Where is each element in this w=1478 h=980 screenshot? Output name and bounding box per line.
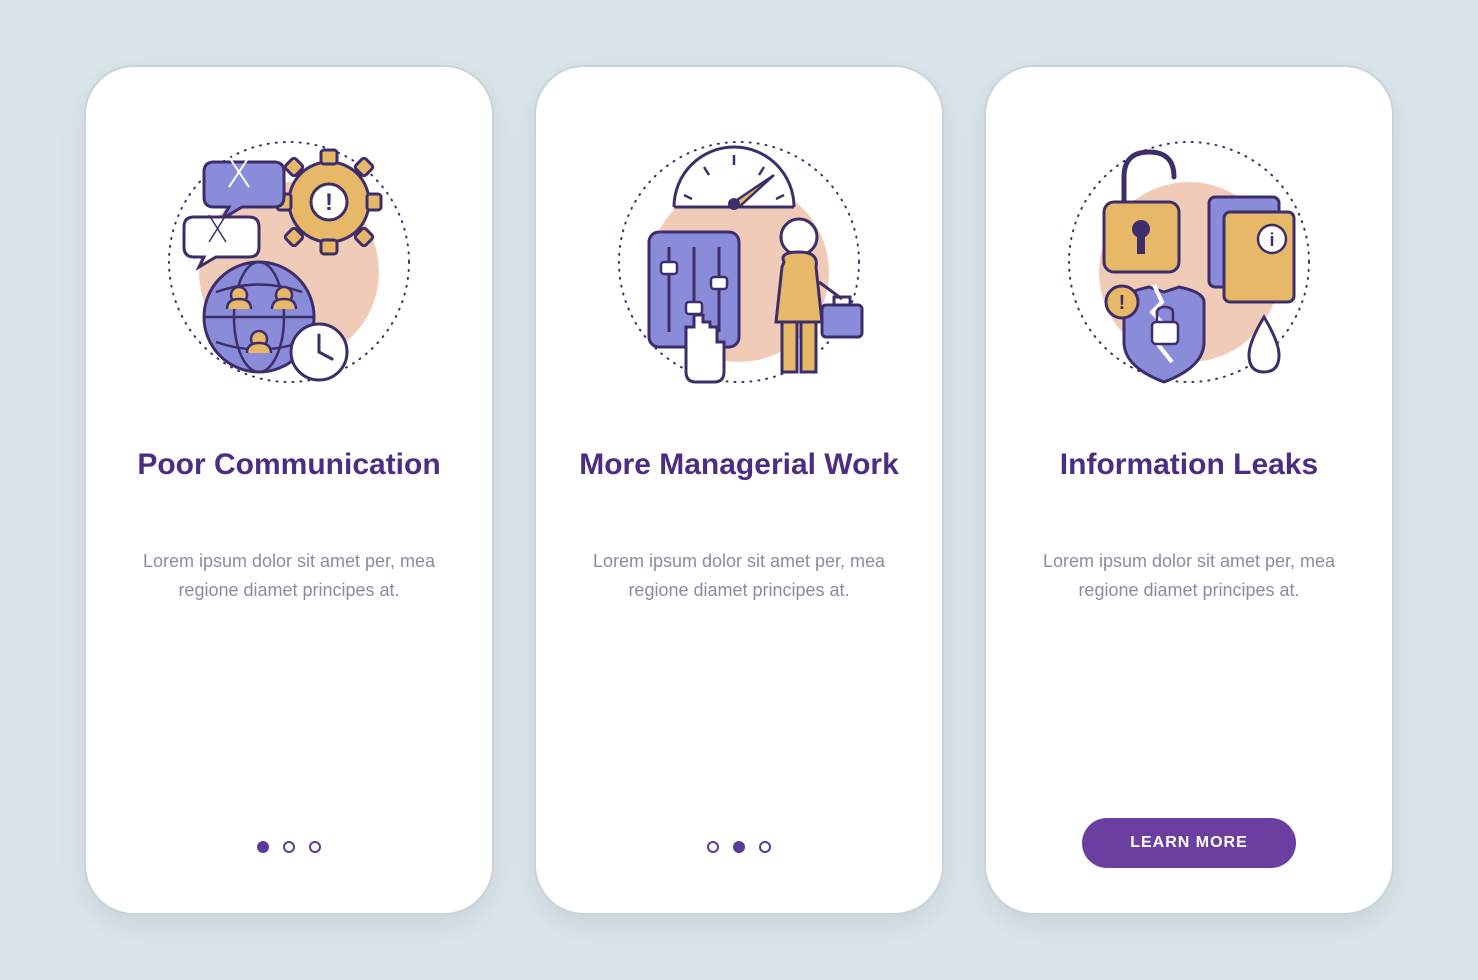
onboarding-card-2: More Managerial Work Lorem ipsum dolor s… (534, 65, 944, 915)
svg-text:i: i (1269, 230, 1274, 250)
svg-text:!: ! (325, 189, 333, 216)
dot-3[interactable] (759, 841, 771, 853)
dot-1[interactable] (707, 841, 719, 853)
svg-text:!: ! (1119, 292, 1126, 314)
card-body: Lorem ipsum dolor sit amet per, mea regi… (1039, 547, 1339, 605)
card-title: Information Leaks (1060, 427, 1318, 502)
dot-3[interactable] (309, 841, 321, 853)
card-body: Lorem ipsum dolor sit amet per, mea regi… (139, 547, 439, 605)
pagination-dots (257, 841, 321, 853)
onboarding-card-1: ! Poor Communication Lorem (84, 65, 494, 915)
poor-communication-icon: ! (154, 127, 424, 397)
onboarding-card-3: i ! Information Leaks Lorem ipsum dolor … (984, 65, 1394, 915)
dot-1[interactable] (257, 841, 269, 853)
learn-more-button[interactable]: LEARN MORE (1082, 818, 1296, 868)
card-body: Lorem ipsum dolor sit amet per, mea regi… (589, 547, 889, 605)
dot-2[interactable] (733, 841, 745, 853)
pagination-dots (707, 841, 771, 853)
card-title: Poor Communication (137, 427, 440, 502)
information-leaks-icon: i ! (1054, 127, 1324, 397)
card-title: More Managerial Work (579, 427, 899, 502)
managerial-work-icon (604, 127, 874, 397)
dot-2[interactable] (283, 841, 295, 853)
